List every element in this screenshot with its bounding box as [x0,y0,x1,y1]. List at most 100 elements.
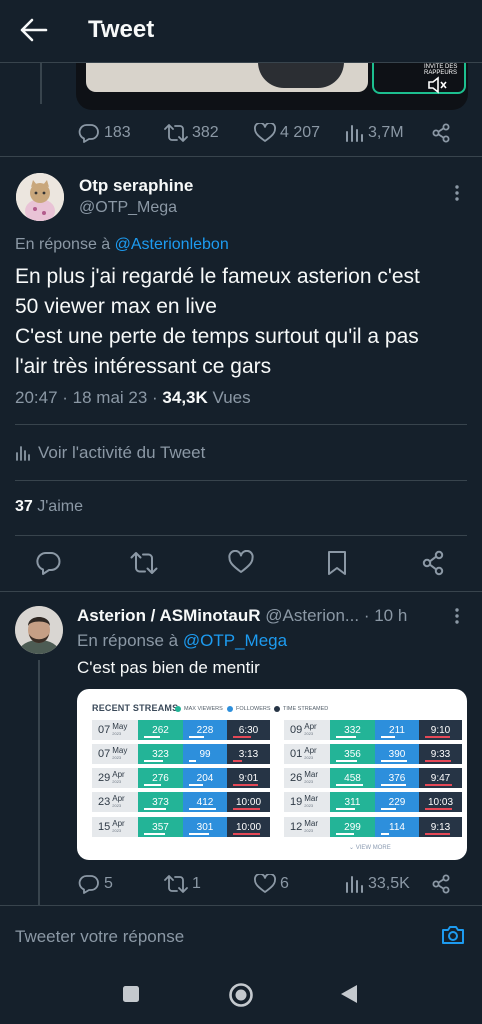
like-icon [254,123,276,142]
divider [0,591,482,592]
stream-row: 23 Apr 2023 373 412 10:00 [92,792,270,812]
stream-year: 2023 [112,755,122,760]
back-icon[interactable] [340,984,358,1004]
avatar[interactable] [16,173,64,221]
time-streamed-cell: 9:13 [419,817,462,837]
likes-label: J'aime [37,498,83,515]
author-name[interactable]: Otp seraphine [79,176,193,196]
divider [15,424,467,425]
reply-input[interactable]: Tweeter votre réponse [15,927,184,947]
mention-link[interactable]: @Asterionlebon [115,236,229,253]
retweet-count: 1 [192,875,201,892]
reply-button[interactable]: 183 [78,123,131,143]
retweet-icon[interactable] [130,550,158,576]
stream-day: 15 [98,821,111,833]
tweet-actions [0,536,482,591]
stream-date: 09 Apr 2023 [284,720,330,740]
followers-cell: 211 [375,720,419,740]
author-handle[interactable]: @OTP_Mega [79,199,177,217]
views-button[interactable]: 3,7M [344,123,404,143]
camera-icon[interactable] [440,922,466,948]
followers-cell: 114 [375,817,419,837]
reply-button[interactable]: 5 [78,874,113,894]
followers-cell: 390 [375,744,419,764]
avatar[interactable] [15,606,63,654]
home-icon[interactable] [228,982,254,1008]
stream-day: 19 [290,796,303,808]
author-line: Asterion / ASMinotauR @Asterion... · 10 … [77,606,407,626]
like-count: 6 [280,875,289,892]
retweet-button[interactable]: 1 [164,874,201,894]
share-button[interactable] [431,123,455,143]
followers-cell: 99 [183,744,227,764]
mention-link[interactable]: @OTP_Mega [183,631,287,650]
tweet-meta: 20:47 · 18 mai 23 · 34,3K Vues [15,388,251,408]
stream-row: 15 Apr 2023 357 301 10:00 [92,817,270,837]
likes-count: 37 [15,498,33,515]
back-arrow-icon[interactable] [20,17,48,43]
stream-row: 09 Apr 2023 332 211 9:10 [284,720,462,740]
author-name[interactable]: Asterion / ASMinotauR [77,606,261,625]
retweet-count: 382 [192,124,219,141]
followers-cell: 228 [183,720,227,740]
retweet-icon [164,875,188,893]
like-icon [254,874,276,893]
header-divider [0,62,482,63]
more-icon[interactable] [455,185,459,201]
retweet-icon [164,124,188,142]
card-title: RECENT STREAMS [92,703,179,713]
stream-row: 19 Mar 2023 311 229 10:03 [284,792,462,812]
max-viewers-cell: 262 [138,720,183,740]
followers-cell: 412 [183,792,227,812]
max-viewers-cell: 299 [330,817,375,837]
tweet-text: En plus j'ai regardé le fameux asterion … [15,262,475,382]
author-handle[interactable]: @Asterion... [265,606,359,625]
stream-month: Apr [112,819,125,828]
views-button[interactable]: 33,5K [344,874,410,894]
bookmark-icon[interactable] [325,550,351,576]
view-more-link: ⌄ VIEW MORE [349,845,391,851]
share-button[interactable] [431,874,455,894]
tweet-activity-link[interactable]: Voir l'activité du Tweet [15,443,205,463]
mute-icon[interactable] [426,74,448,96]
legend-item: TIME STREAMED [274,706,328,712]
tweet-text-line: l'air très intéressant ce gars [15,355,272,378]
recents-icon[interactable] [122,985,140,1003]
like-icon[interactable] [228,550,254,576]
stream-row: 01 Apr 2023 356 390 9:33 [284,744,462,764]
tweet-text-line: 50 viewer max en live [15,295,217,318]
reply-prefix: En réponse à [15,236,111,253]
divider [15,480,467,481]
thread-line [40,62,42,104]
stream-year: 2023 [112,828,122,833]
time-streamed-cell: 6:30 [227,720,270,740]
share-icon[interactable] [421,550,447,576]
tweet-timestamp[interactable]: · 10 h [364,606,407,625]
stream-day: 12 [290,821,303,833]
stream-year: 2023 [304,828,314,833]
like-button[interactable]: 4 207 [254,123,320,143]
more-icon[interactable] [455,608,459,624]
stream-row: 26 Mar 2023 458 376 9:47 [284,768,462,788]
page-title: Tweet [88,16,155,43]
stream-year: 2023 [304,755,314,760]
stream-month: Apr [112,794,125,803]
quoted-media[interactable]: INVITE DES RAPPEURS [76,62,468,110]
stream-year: 2023 [304,779,314,784]
likes-summary[interactable]: 37 J'aime [15,498,83,516]
views-label: Vues [207,388,251,407]
max-viewers-cell: 311 [330,792,375,812]
time-streamed-cell: 3:13 [227,744,270,764]
like-button[interactable]: 6 [254,874,289,894]
attached-image[interactable]: RECENT STREAMS MAX VIEWERS FOLLOWERS TIM… [77,689,467,860]
stream-date: 01 Apr 2023 [284,744,330,764]
reply-icon[interactable] [36,550,62,576]
time-streamed-cell: 9:01 [227,768,270,788]
legend-item: MAX VIEWERS [175,706,223,712]
stream-month: Apr [112,770,125,779]
activity-label: Voir l'activité du Tweet [38,443,206,462]
stream-day: 07 [98,724,111,736]
views-icon [346,125,363,142]
tweet-timestamp[interactable]: 20:47 · 18 mai 23 · [15,388,162,407]
retweet-button[interactable]: 382 [164,123,219,143]
